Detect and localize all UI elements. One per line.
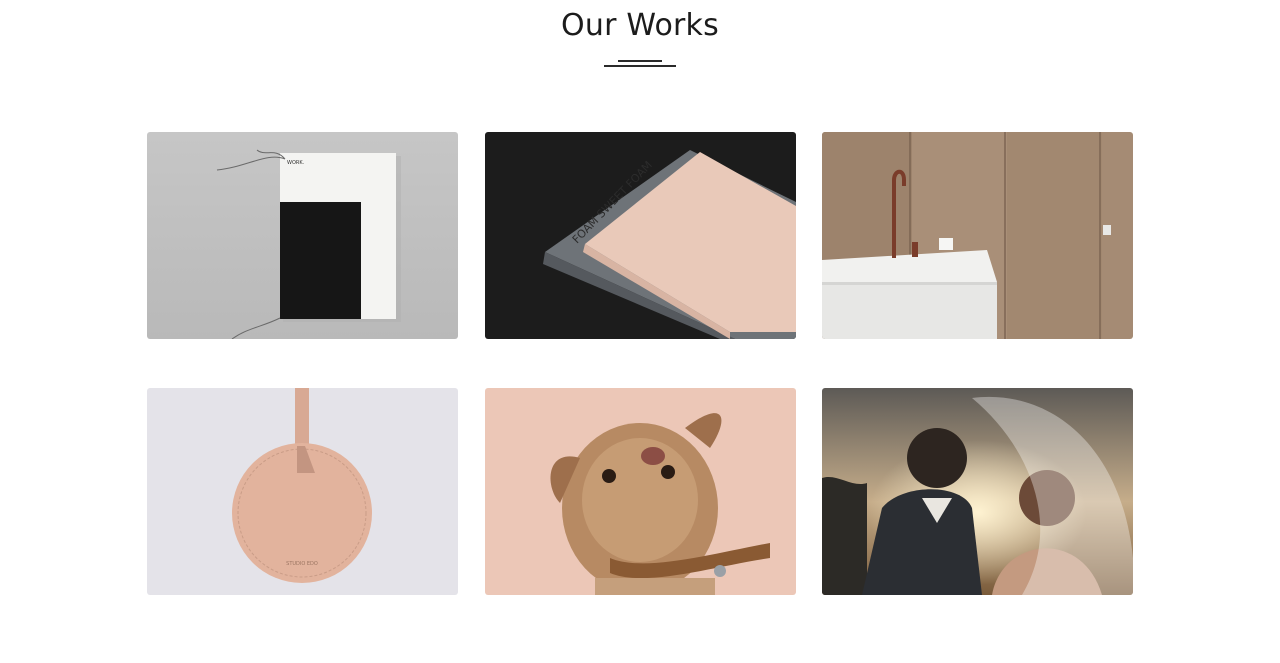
work-item-stationery[interactable]: WORK. bbox=[147, 132, 458, 339]
dog-image bbox=[485, 388, 796, 595]
stationery-print-text: WORK. bbox=[287, 160, 305, 166]
title-divider bbox=[604, 60, 676, 68]
wedding-image bbox=[822, 388, 1133, 595]
books-image: FOAM SWEET FOAM bbox=[485, 132, 796, 339]
work-item-books[interactable]: FOAM SWEET FOAM bbox=[485, 132, 796, 339]
work-item-wedding[interactable] bbox=[822, 388, 1133, 595]
leather-tag-print-text: STUDIO EDO bbox=[286, 561, 318, 567]
work-item-dog[interactable] bbox=[485, 388, 796, 595]
work-item-faucet[interactable] bbox=[822, 132, 1133, 339]
stationery-image: WORK. bbox=[147, 132, 458, 339]
leather-tag-image: STUDIO EDO bbox=[147, 388, 458, 595]
work-item-leather-tag[interactable]: STUDIO EDO bbox=[147, 388, 458, 595]
faucet-image bbox=[822, 132, 1133, 339]
section-title: Our Works bbox=[561, 8, 719, 43]
